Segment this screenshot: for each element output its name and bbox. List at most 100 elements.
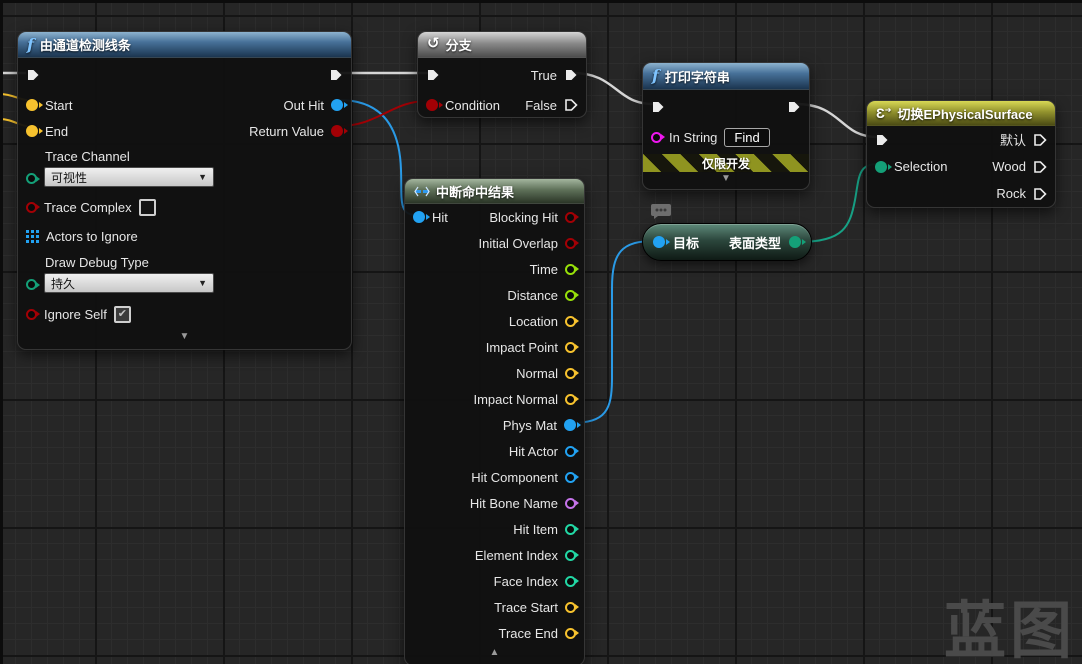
end-label: End: [45, 124, 68, 139]
time-pin[interactable]: [565, 264, 576, 275]
output-label: Element Index: [475, 548, 558, 563]
selection-pin[interactable]: [875, 161, 887, 173]
panel-edge-top: [0, 0, 1082, 3]
hit-actor-pin[interactable]: [565, 446, 576, 457]
collapse-arrow-icon[interactable]: ▼: [18, 330, 351, 346]
exec-in-pin[interactable]: [651, 100, 665, 114]
output-label: Impact Point: [486, 340, 558, 355]
collapse-arrow-icon[interactable]: ▲: [405, 646, 584, 662]
trace-complex-pin[interactable]: [26, 202, 37, 213]
trace-complex-checkbox[interactable]: [139, 199, 156, 216]
collapse-arrow-icon[interactable]: ▼: [643, 172, 809, 188]
node-header[interactable]: ↺ 分支: [418, 32, 586, 58]
development-only-banner: 仅限开发: [643, 154, 809, 172]
hit-bone-name-pin[interactable]: [565, 498, 576, 509]
output-label: Impact Normal: [473, 392, 558, 407]
node-title: 由通道检测线条: [40, 35, 131, 54]
node-header[interactable]: Ɛ➜ 切换EPhysicalSurface: [867, 101, 1055, 126]
break-struct-icon: [414, 186, 430, 197]
blocking-hit-pin[interactable]: [565, 212, 576, 223]
surface-type-pin[interactable]: [789, 236, 801, 248]
end-pin[interactable]: [26, 125, 38, 137]
condition-pin[interactable]: [426, 99, 438, 111]
comment-bubble-icon[interactable]: [650, 203, 672, 225]
draw-debug-type-label: Draw Debug Type: [45, 255, 214, 270]
out-hit-pin[interactable]: [331, 99, 343, 111]
node-line-trace-by-channel[interactable]: f 由通道检测线条 Start Out Hit End Return Value…: [17, 31, 352, 350]
rock-exec-pin[interactable]: [1033, 187, 1047, 201]
rock-label: Rock: [996, 186, 1026, 201]
exec-out-pin[interactable]: [329, 68, 343, 82]
output-label: Hit Item: [513, 522, 558, 537]
node-header[interactable]: f 打印字符串: [643, 63, 809, 90]
start-label: Start: [45, 98, 72, 113]
normal-pin[interactable]: [565, 368, 576, 379]
node-header[interactable]: 中断命中结果: [405, 179, 584, 204]
trace-channel-dropdown[interactable]: 可视性 ▼: [44, 167, 214, 187]
switch-enum-icon: Ɛ➜: [876, 106, 891, 120]
false-exec-pin[interactable]: [564, 98, 578, 112]
wood-label: Wood: [992, 159, 1026, 174]
node-get-surface-type[interactable]: 目标 表面类型: [642, 223, 812, 261]
output-label: Normal: [516, 366, 558, 381]
function-icon: f: [652, 68, 659, 84]
branch-icon: ↺: [427, 36, 440, 51]
exec-in-pin[interactable]: [26, 68, 40, 82]
output-label: Trace End: [499, 626, 559, 641]
chevron-down-icon: ▼: [198, 278, 207, 288]
actors-to-ignore-label: Actors to Ignore: [46, 229, 138, 244]
in-string-input[interactable]: Find: [724, 128, 769, 147]
target-pin[interactable]: [653, 236, 665, 248]
return-value-label: Return Value: [249, 124, 324, 139]
node-branch[interactable]: ↺ 分支 True Condition False: [417, 31, 587, 118]
output-label: Location: [509, 314, 558, 329]
node-header[interactable]: f 由通道检测线条: [18, 32, 351, 58]
wire-returnvalue-to-condition: [339, 101, 427, 126]
output-label: Time: [530, 262, 558, 277]
element-index-pin[interactable]: [565, 550, 576, 561]
panel-edge-left: [0, 0, 3, 664]
true-exec-pin[interactable]: [564, 68, 578, 82]
start-pin[interactable]: [26, 99, 38, 111]
initial-overlap-pin[interactable]: [565, 238, 576, 249]
wood-exec-pin[interactable]: [1033, 160, 1047, 174]
impact-normal-pin[interactable]: [565, 394, 576, 405]
watermark-text: 蓝图: [944, 600, 1076, 662]
in-string-pin[interactable]: [651, 132, 662, 143]
exec-in-pin[interactable]: [426, 68, 440, 82]
trace-start-pin[interactable]: [565, 602, 576, 613]
ignore-self-pin[interactable]: [26, 309, 37, 320]
output-label: Phys Mat: [503, 418, 557, 433]
draw-debug-type-dropdown[interactable]: 持久 ▼: [44, 273, 214, 293]
trace-end-pin[interactable]: [565, 628, 576, 639]
output-label: Trace Start: [494, 600, 558, 615]
ignore-self-checkbox[interactable]: ✔: [114, 306, 131, 323]
output-label: Face Index: [494, 574, 558, 589]
condition-label: Condition: [445, 98, 500, 113]
trace-channel-pin[interactable]: [26, 173, 37, 184]
hit-component-pin[interactable]: [565, 472, 576, 483]
node-break-hit-result[interactable]: 中断命中结果 Hit Blocking Hit Initial Overlap …: [404, 178, 585, 664]
exec-out-pin[interactable]: [787, 100, 801, 114]
phys-mat-pin[interactable]: [564, 419, 576, 431]
face-index-pin[interactable]: [565, 576, 576, 587]
draw-debug-type-pin[interactable]: [26, 279, 37, 290]
return-value-pin[interactable]: [331, 125, 343, 137]
trace-channel-value: 可视性: [51, 169, 87, 186]
location-pin[interactable]: [565, 316, 576, 327]
array-icon[interactable]: [26, 230, 39, 243]
default-exec-pin[interactable]: [1033, 133, 1047, 147]
hit-item-pin[interactable]: [565, 524, 576, 535]
node-title: 分支: [446, 35, 472, 54]
blueprint-graph-canvas[interactable]: f 由通道检测线条 Start Out Hit End Return Value…: [0, 0, 1082, 664]
node-switch-ephysicalsurface[interactable]: Ɛ➜ 切换EPhysicalSurface 默认 Selection Wood …: [866, 100, 1056, 208]
chevron-down-icon: ▼: [198, 172, 207, 182]
exec-in-pin[interactable]: [875, 133, 889, 147]
output-label: Distance: [507, 288, 558, 303]
distance-pin[interactable]: [565, 290, 576, 301]
node-print-string[interactable]: f 打印字符串 In String Find 仅限开发 ▼: [642, 62, 810, 190]
output-label: Initial Overlap: [479, 236, 558, 251]
hit-pin[interactable]: [413, 211, 425, 223]
node-title: 中断命中结果: [436, 182, 514, 201]
impact-point-pin[interactable]: [565, 342, 576, 353]
